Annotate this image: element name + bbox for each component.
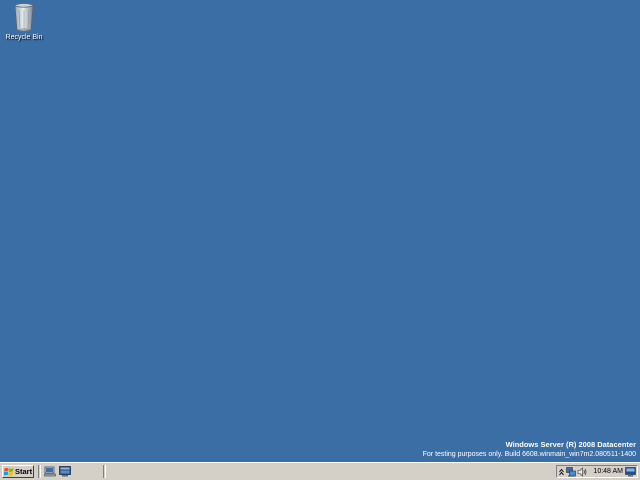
watermark-build: For testing purposes only. Build 6608.wi… <box>422 451 636 458</box>
volume-icon[interactable] <box>577 467 587 477</box>
clock[interactable]: 10:48 AM <box>593 467 623 477</box>
show-desktop-tray-icon[interactable] <box>625 467 636 477</box>
desktop: Recycle Bin Windows Server (R) 2008 Data… <box>0 0 640 462</box>
notification-area: 10:48 AM <box>556 465 638 478</box>
server-manager-icon[interactable] <box>59 466 71 477</box>
taskbar-separator <box>38 465 41 478</box>
show-hidden-icons-chevron[interactable] <box>559 467 564 477</box>
recycle-bin-label: Recycle Bin <box>5 34 43 41</box>
network-icon[interactable] <box>566 467 576 477</box>
quick-launch-separator <box>103 465 106 478</box>
watermark-edition: Windows Server (R) 2008 Datacenter <box>505 440 636 449</box>
taskbar: Start 10:48 AM <box>0 462 640 480</box>
start-label: Start <box>15 467 33 476</box>
recycle-bin-shortcut[interactable]: Recycle Bin <box>2 1 46 41</box>
windows-logo-icon <box>4 467 14 476</box>
windows-version-watermark: Windows Server (R) 2008 Datacenter For t… <box>423 440 636 460</box>
show-desktop-icon[interactable] <box>44 466 56 477</box>
recycle-bin-icon <box>14 3 34 32</box>
start-button[interactable]: Start <box>2 465 34 478</box>
